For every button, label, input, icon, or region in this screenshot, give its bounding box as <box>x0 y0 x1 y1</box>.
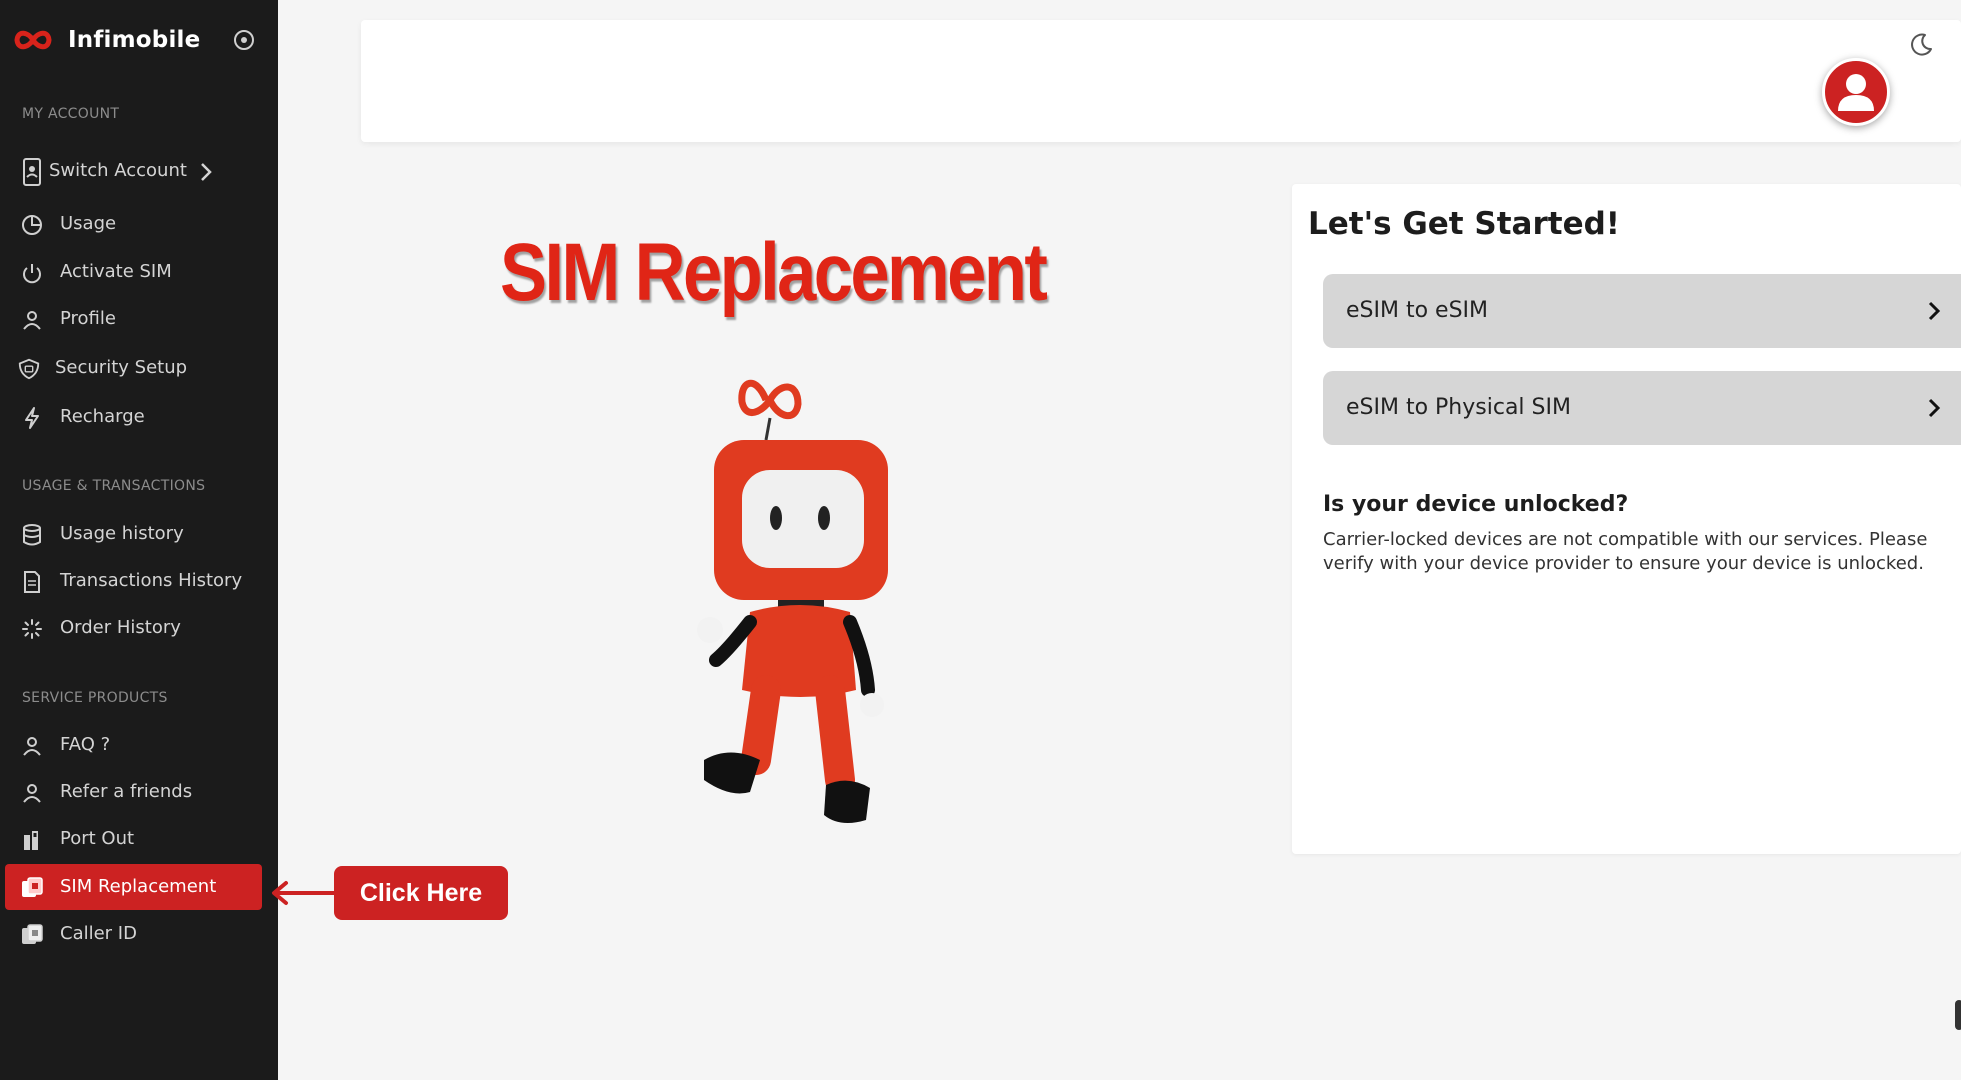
switch-account-label: Switch Account <box>49 160 187 181</box>
page-title: SIM Replacement <box>500 227 1048 318</box>
document-icon <box>20 570 44 594</box>
sidebar-item-refer[interactable]: Refer a friends <box>5 769 262 815</box>
sidebar-item-label: Usage history <box>60 523 184 544</box>
unlock-question-text: Carrier-locked devices are not compatibl… <box>1323 529 1928 574</box>
brand[interactable]: Infimobile <box>12 22 200 58</box>
section-title-usage-transactions: USAGE & TRANSACTIONS <box>22 478 206 494</box>
scroll-edge <box>1955 1000 1961 1030</box>
sim-card-icon <box>20 923 44 947</box>
sidebar-item-profile[interactable]: Profile <box>5 296 262 342</box>
user-avatar[interactable] <box>1822 58 1890 126</box>
chevron-right-icon <box>201 163 212 181</box>
sidebar-item-label: Refer a friends <box>60 781 193 802</box>
option-label: eSIM to Physical SIM <box>1346 395 1571 420</box>
sidebar: Infimobile MY ACCOUNT Switch Account Usa… <box>0 0 278 1080</box>
sim-card-icon <box>20 876 44 900</box>
settings-icon[interactable] <box>232 28 256 52</box>
unlock-question-title: Is your device unlocked? <box>1323 492 1629 517</box>
sidebar-item-order-history[interactable]: Order History <box>5 605 262 651</box>
port-out-icon <box>20 828 44 852</box>
option-esim-to-esim[interactable]: eSIM to eSIM <box>1323 274 1961 348</box>
arrow-left-icon <box>272 881 336 905</box>
sidebar-item-security-setup[interactable]: Security Setup <box>5 345 262 391</box>
sidebar-item-usage-history[interactable]: Usage history <box>5 511 262 557</box>
top-bar <box>361 20 1961 142</box>
card-title: Let's Get Started! <box>1308 206 1620 242</box>
sidebar-item-label: Order History <box>60 617 181 638</box>
chevron-right-icon <box>1928 398 1941 418</box>
loader-icon <box>20 617 44 641</box>
switch-account-button[interactable]: Switch Account <box>5 148 262 194</box>
mascot-illustration <box>697 379 888 824</box>
sidebar-item-label: Security Setup <box>55 357 188 378</box>
shield-icon <box>17 357 41 381</box>
click-here-callout: Click Here <box>334 866 508 920</box>
sidebar-item-label: Port Out <box>60 828 135 849</box>
option-esim-to-physical-sim[interactable]: eSIM to Physical SIM <box>1323 371 1961 445</box>
sidebar-item-usage[interactable]: Usage <box>5 201 262 247</box>
section-title-my-account: MY ACCOUNT <box>22 106 120 122</box>
chevron-right-icon <box>1928 301 1941 321</box>
dark-mode-toggle-icon[interactable] <box>1908 32 1934 58</box>
sidebar-item-label: Usage <box>60 213 117 234</box>
sidebar-item-activate-sim[interactable]: Activate SIM <box>5 249 262 295</box>
sidebar-item-caller-id[interactable]: Caller ID <box>5 911 262 957</box>
sidebar-item-label: SIM Replacement <box>60 876 217 897</box>
sidebar-item-label: Transactions History <box>60 570 243 591</box>
brand-name: Infimobile <box>68 27 201 53</box>
database-icon <box>20 523 44 547</box>
sidebar-item-transactions-history[interactable]: Transactions History <box>5 558 262 604</box>
sidebar-item-recharge[interactable]: Recharge <box>5 394 262 440</box>
sidebar-item-label: Profile <box>60 308 116 329</box>
user-avatar-icon <box>1838 74 1874 111</box>
sidebar-item-label: Activate SIM <box>60 261 172 282</box>
section-title-service-products: SERVICE PRODUCTS <box>22 690 168 706</box>
pie-chart-icon <box>20 213 44 237</box>
sidebar-item-sim-replacement[interactable]: SIM Replacement <box>5 864 262 910</box>
sidebar-item-label: FAQ ? <box>60 734 111 755</box>
sidebar-item-port-out[interactable]: Port Out <box>5 816 262 862</box>
user-icon <box>20 781 44 805</box>
sidebar-item-label: Caller ID <box>60 923 137 944</box>
user-icon <box>20 734 44 758</box>
sidebar-item-label: Recharge <box>60 406 145 427</box>
get-started-card: Let's Get Started! eSIM to eSIM eSIM to … <box>1292 184 1961 854</box>
option-label: eSIM to eSIM <box>1346 298 1489 323</box>
lightning-icon <box>20 406 44 430</box>
sidebar-item-faq[interactable]: FAQ ? <box>5 722 262 768</box>
user-icon <box>20 308 44 332</box>
phone-account-icon <box>20 158 44 186</box>
power-icon <box>20 261 44 285</box>
infinity-logo-icon <box>14 30 52 50</box>
